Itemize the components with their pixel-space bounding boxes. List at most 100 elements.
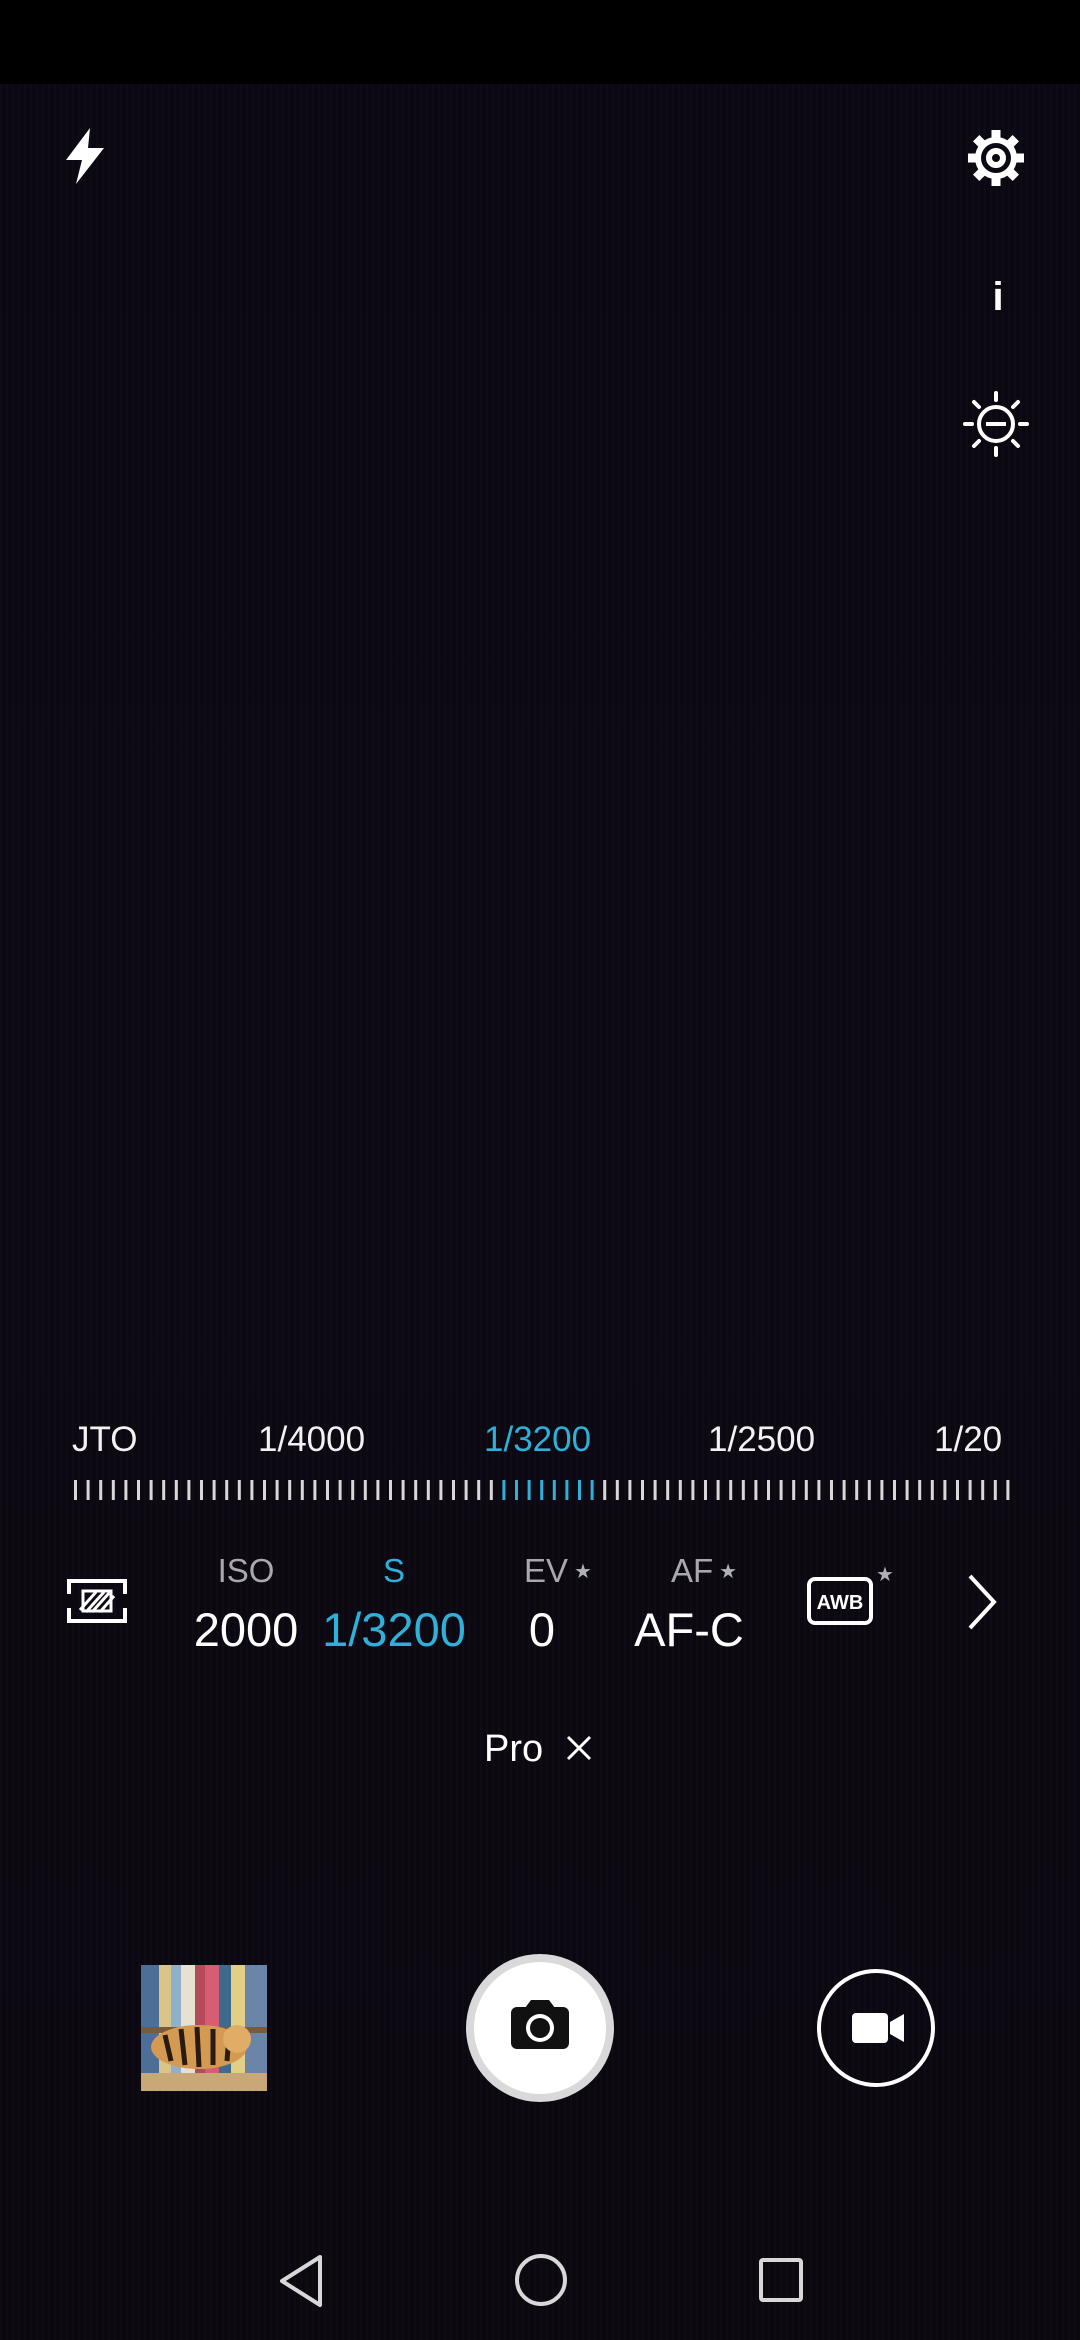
slider-tick xyxy=(200,1480,203,1500)
mode-label: Pro xyxy=(484,1728,544,1770)
slider-tick xyxy=(981,1480,985,1500)
slider-tick xyxy=(615,1480,619,1500)
slider-tick xyxy=(414,1480,418,1500)
flash-icon[interactable] xyxy=(58,126,112,186)
slider-tick xyxy=(477,1480,481,1500)
slider-tick xyxy=(905,1480,909,1500)
scale-label-1-2500[interactable]: 1/2500 xyxy=(708,1420,815,1460)
slider-tick xyxy=(867,1480,871,1500)
slider-tick xyxy=(704,1480,707,1500)
slider-tick xyxy=(1006,1480,1010,1500)
slider-tick xyxy=(653,1480,657,1500)
scale-label-1-4000[interactable]: 1/4000 xyxy=(258,1420,365,1460)
slider-tick xyxy=(893,1480,896,1500)
slider-tick xyxy=(515,1480,518,1500)
slider-tick xyxy=(124,1480,128,1500)
slider-tick xyxy=(313,1480,317,1500)
slider-tick xyxy=(288,1480,292,1500)
slider-tick xyxy=(250,1480,254,1500)
slider-tick xyxy=(666,1480,670,1500)
iso-value[interactable]: 2000 xyxy=(176,1602,316,1657)
slider-tick xyxy=(691,1480,695,1500)
mode-chip[interactable]: Pro xyxy=(484,1728,594,1778)
slider-tick xyxy=(767,1480,770,1500)
slider-tick xyxy=(918,1480,922,1500)
video-mode-button[interactable] xyxy=(816,1968,936,2088)
recent-apps-button[interactable] xyxy=(758,2257,804,2303)
slider-tick xyxy=(968,1480,972,1500)
home-button[interactable] xyxy=(514,2253,568,2307)
scale-label-selected[interactable]: 1/3200 xyxy=(484,1420,591,1460)
slider-tick xyxy=(502,1480,506,1500)
slider-tick xyxy=(779,1480,783,1500)
star-icon: ★ xyxy=(574,1561,592,1583)
iso-title: ISO xyxy=(217,1552,275,1589)
slider-tick xyxy=(716,1480,720,1500)
slider-tick xyxy=(439,1480,443,1500)
slider-tick xyxy=(300,1480,304,1500)
slider-tick xyxy=(326,1480,329,1500)
slider-tick xyxy=(426,1480,430,1500)
awb-label: AWB xyxy=(817,1592,864,1614)
slider-tick xyxy=(628,1480,632,1500)
slider-tick xyxy=(376,1480,380,1500)
slider-tick xyxy=(993,1480,997,1500)
slider-tick xyxy=(275,1480,279,1500)
star-icon: ★ xyxy=(719,1561,738,1583)
ev-value[interactable]: 0 xyxy=(492,1602,592,1657)
slider-tick xyxy=(842,1480,846,1500)
slider-tick xyxy=(401,1480,405,1500)
metering-icon[interactable] xyxy=(66,1574,128,1628)
shutter-speed-value[interactable]: 1/3200 xyxy=(318,1602,470,1657)
slider-tick xyxy=(263,1480,266,1500)
slider-tick xyxy=(363,1480,367,1500)
slider-tick xyxy=(729,1480,733,1500)
slider-tick xyxy=(111,1480,115,1500)
slider-tick xyxy=(741,1480,745,1500)
slider-tick xyxy=(212,1480,216,1500)
slider-tick xyxy=(338,1480,342,1500)
af-value[interactable]: AF-C xyxy=(624,1602,754,1657)
slider-tick xyxy=(99,1480,103,1500)
slider-tick xyxy=(817,1480,821,1500)
slider-tick xyxy=(137,1480,140,1500)
af-title: AF xyxy=(670,1552,714,1589)
shutter-speed-title: S xyxy=(382,1552,405,1589)
slider-tick xyxy=(943,1480,947,1500)
slider-tick xyxy=(351,1480,355,1500)
slider-tick xyxy=(174,1480,178,1500)
scale-label-auto[interactable]: JTO xyxy=(72,1420,137,1460)
back-button[interactable] xyxy=(276,2253,326,2309)
slider-tick xyxy=(956,1480,959,1500)
close-icon[interactable] xyxy=(564,1733,594,1763)
chevron-right-icon[interactable] xyxy=(964,1570,1000,1634)
gallery-thumbnail[interactable] xyxy=(141,1965,267,2091)
shutter-speed-slider[interactable] xyxy=(72,1480,1012,1502)
shutter-button[interactable] xyxy=(463,1951,617,2105)
scale-label-1-20[interactable]: 1/20 xyxy=(934,1420,1002,1460)
slider-tick xyxy=(930,1480,934,1500)
slider-tick xyxy=(225,1480,229,1500)
slider-tick xyxy=(678,1480,682,1500)
slider-tick xyxy=(830,1480,833,1500)
slider-tick xyxy=(527,1480,531,1500)
slider-tick xyxy=(187,1480,191,1500)
slider-tick xyxy=(540,1480,544,1500)
awb-icon[interactable]: AWB xyxy=(806,1576,874,1626)
slider-tick xyxy=(489,1480,493,1500)
slider-tick xyxy=(464,1480,468,1500)
video-camera-icon xyxy=(852,2013,904,2043)
exposure-compensation-icon[interactable] xyxy=(962,390,1030,458)
ev-title: EV xyxy=(524,1552,569,1589)
slider-tick xyxy=(389,1480,392,1500)
slider-tick xyxy=(792,1480,796,1500)
gear-icon[interactable] xyxy=(964,126,1028,190)
slider-tick xyxy=(603,1480,607,1500)
camera-icon xyxy=(511,2000,569,2049)
info-button[interactable]: i xyxy=(988,272,1008,322)
slider-tick xyxy=(754,1480,758,1500)
slider-tick xyxy=(565,1480,569,1500)
slider-tick xyxy=(74,1480,77,1500)
slider-tick xyxy=(237,1480,241,1500)
slider-tick xyxy=(855,1480,859,1500)
